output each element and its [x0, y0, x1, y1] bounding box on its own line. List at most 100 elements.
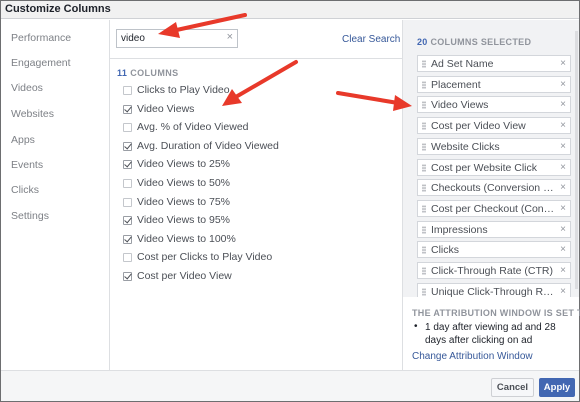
selected-column-chip[interactable]: Clicks × — [417, 241, 571, 259]
selected-column-label: Cost per Website Click — [431, 161, 538, 174]
drag-handle-icon[interactable] — [422, 122, 426, 131]
selected-column-chip[interactable]: Video Views × — [417, 96, 571, 114]
selected-column-label: Checkouts (Conversion Pixel) — [431, 182, 555, 195]
search-box: × — [116, 29, 238, 48]
drag-handle-icon[interactable] — [422, 246, 426, 255]
column-option-label: Cost per Clicks to Play Video — [137, 251, 273, 264]
drag-handle-icon[interactable] — [422, 80, 426, 89]
column-option-label: Video Views to 25% — [137, 158, 231, 171]
remove-column-icon[interactable]: × — [560, 286, 566, 297]
selected-column-label: Cost per Video View — [431, 120, 526, 133]
selected-column-chip[interactable]: Checkouts (Conversion Pixel) × — [417, 179, 571, 197]
drag-handle-icon[interactable] — [422, 163, 426, 172]
selected-column-chip[interactable]: Placement × — [417, 75, 571, 93]
column-option-label: Avg. % of Video Viewed — [137, 121, 249, 134]
drag-handle-icon[interactable] — [422, 184, 426, 193]
remove-column-icon[interactable]: × — [560, 141, 566, 152]
remove-column-icon[interactable]: × — [560, 265, 566, 276]
nav-item-clicks[interactable]: Clicks — [11, 184, 39, 196]
drag-handle-icon[interactable] — [422, 225, 426, 234]
selected-column-chip[interactable]: Ad Set Name × — [417, 55, 571, 72]
checkbox-unchecked[interactable] — [123, 253, 132, 263]
category-nav: Performance Engagement Videos Websites A… — [1, 20, 109, 370]
checkbox-unchecked[interactable] — [123, 179, 132, 188]
selected-column-label: Ad Set Name — [431, 58, 494, 70]
selected-column-label: Impressions — [431, 223, 488, 236]
selected-column-chip[interactable]: Impressions × — [417, 220, 571, 238]
remove-column-icon[interactable]: × — [560, 182, 566, 193]
attribution-window: THE ATTRIBUTION WINDOW IS SET TO: • 1 da… — [403, 297, 580, 370]
selected-column-label: Cost per Checkout (Conversion Pixel) — [431, 202, 555, 215]
selected-column-chip[interactable]: Cost per Video View × — [417, 117, 571, 135]
dialog-title: Customize Columns — [5, 3, 111, 15]
attribution-title: THE ATTRIBUTION WINDOW IS SET TO: — [412, 308, 580, 318]
selected-column-chip[interactable]: Click-Through Rate (CTR) × — [417, 262, 571, 279]
columns-label: COLUMNS — [130, 68, 179, 78]
checkbox-checked[interactable] — [123, 160, 132, 170]
attribution-text: 1 day after viewing ad and 28 days after… — [425, 322, 556, 346]
dialog-titlebar: Customize Columns — [1, 1, 579, 19]
columns-count-label: 11 COLUMNS — [117, 68, 179, 78]
selected-list-scrollbar[interactable] — [575, 31, 578, 289]
selected-label: COLUMNS SELECTED — [430, 37, 532, 47]
checkbox-checked[interactable] — [123, 141, 132, 151]
nav-item-websites[interactable]: Websites — [11, 108, 54, 120]
remove-column-icon[interactable]: × — [560, 58, 566, 69]
selected-column-chip[interactable]: Cost per Checkout (Conversion Pixel) × — [417, 199, 571, 217]
nav-item-settings[interactable]: Settings — [11, 210, 49, 222]
remove-column-icon[interactable]: × — [560, 120, 566, 131]
clear-search-link[interactable]: Clear Search — [342, 34, 400, 45]
search-input[interactable] — [117, 30, 221, 47]
nav-item-videos[interactable]: Videos — [11, 82, 43, 94]
checkbox-unchecked[interactable] — [123, 123, 132, 133]
column-picker: × Clear Search 11 COLUMNS Clicks to Play… — [110, 20, 402, 370]
selected-column-chip[interactable]: Website Clicks × — [417, 137, 571, 155]
selected-column-label: Video Views — [431, 99, 489, 112]
column-option-label: Cost per Video View — [137, 270, 232, 282]
columns-count: 11 — [117, 68, 128, 78]
column-option-label: Video Views to 75% — [137, 195, 231, 208]
selected-column-label: Unique Click-Through Rate — [431, 285, 555, 298]
dialog-footer: Cancel Apply — [1, 370, 579, 401]
selected-count: 20 — [417, 37, 428, 47]
column-option-label: Clicks to Play Video — [137, 84, 230, 96]
search-divider — [110, 58, 402, 59]
column-option-label: Avg. Duration of Video Viewed — [137, 139, 279, 152]
nav-item-events[interactable]: Events — [11, 159, 43, 171]
drag-handle-icon[interactable] — [422, 60, 426, 68]
remove-column-icon[interactable]: × — [560, 99, 566, 110]
drag-handle-icon[interactable] — [422, 101, 426, 110]
checkbox-unchecked[interactable] — [123, 86, 132, 95]
selected-column-label: Website Clicks — [431, 140, 500, 153]
drag-handle-icon[interactable] — [422, 267, 426, 275]
selected-column-chip[interactable]: Cost per Website Click × — [417, 158, 571, 176]
column-option-label: Video Views to 100% — [137, 232, 236, 245]
selected-column-label: Placement — [431, 78, 481, 91]
change-attribution-link[interactable]: Change Attribution Window — [412, 351, 533, 362]
checkbox-checked[interactable] — [123, 272, 132, 281]
remove-column-icon[interactable]: × — [560, 162, 566, 173]
checkbox-checked[interactable] — [123, 104, 132, 114]
nav-item-performance[interactable]: Performance — [11, 32, 71, 44]
cancel-button[interactable]: Cancel — [491, 378, 534, 397]
checkbox-unchecked[interactable] — [123, 197, 132, 207]
drag-handle-icon[interactable] — [422, 142, 426, 151]
checkbox-checked[interactable] — [123, 216, 132, 226]
remove-column-icon[interactable]: × — [560, 224, 566, 235]
apply-button[interactable]: Apply — [539, 378, 575, 397]
nav-item-engagement[interactable]: Engagement — [11, 57, 71, 69]
selected-count-label: 20 COLUMNS SELECTED — [417, 37, 531, 47]
selected-column-label: Clicks — [431, 244, 459, 257]
checkbox-checked[interactable] — [123, 234, 132, 244]
clear-input-icon[interactable]: × — [227, 31, 233, 43]
selected-columns-panel: 20 COLUMNS SELECTED Ad Set Name × Placemen… — [403, 20, 579, 300]
column-option-label: Video Views — [137, 102, 195, 115]
remove-column-icon[interactable]: × — [560, 79, 566, 90]
column-option-label: Video Views to 50% — [137, 177, 231, 189]
drag-handle-icon[interactable] — [422, 204, 426, 213]
selected-column-label: Click-Through Rate (CTR) — [431, 265, 553, 277]
drag-handle-icon[interactable] — [422, 287, 426, 296]
nav-item-apps[interactable]: Apps — [11, 134, 35, 146]
remove-column-icon[interactable]: × — [560, 203, 566, 214]
remove-column-icon[interactable]: × — [560, 244, 566, 255]
